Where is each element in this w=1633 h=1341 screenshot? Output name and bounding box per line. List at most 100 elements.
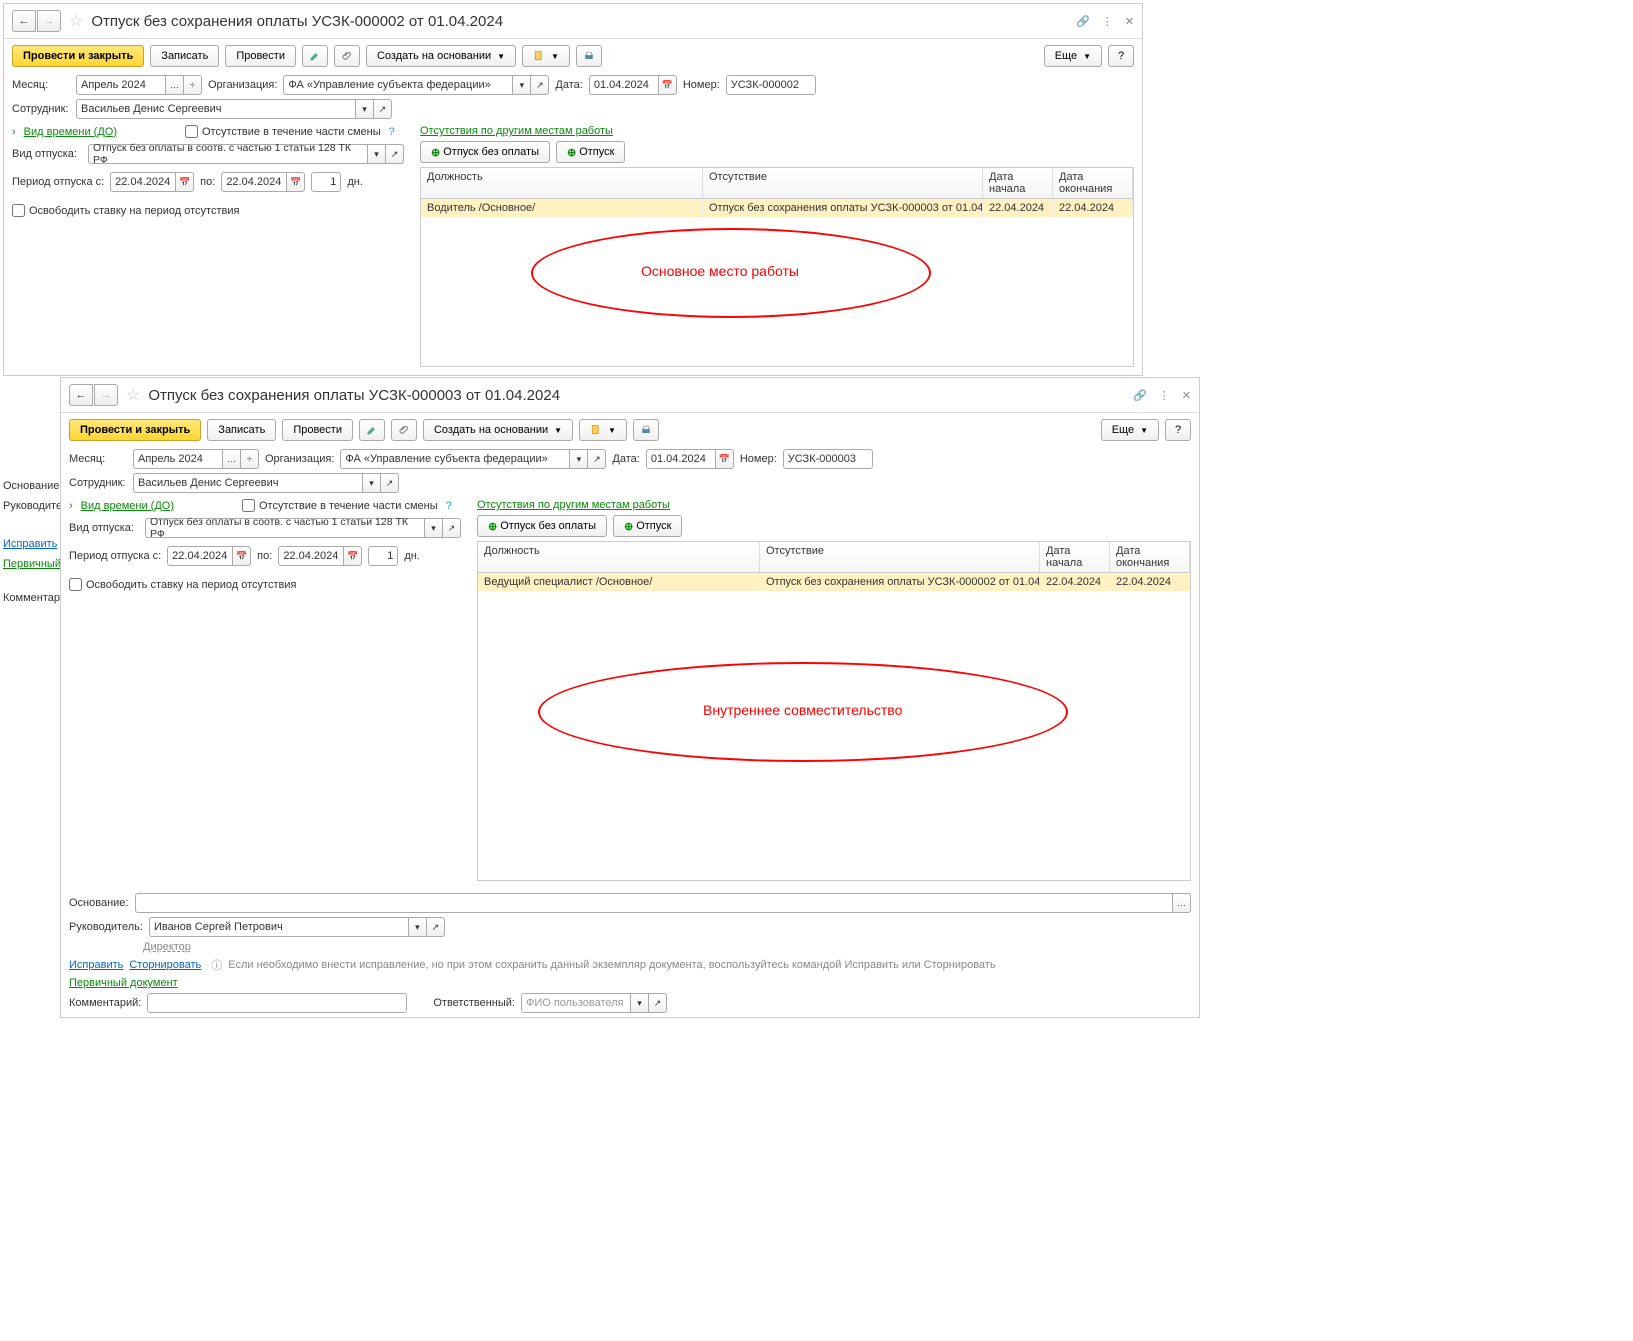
days-input[interactable]: 1 <box>368 546 398 566</box>
submit-close-button[interactable]: Провести и закрыть <box>12 45 144 67</box>
nav-forward-button[interactable]: → <box>94 384 118 406</box>
org-input[interactable]: ФА «Управление субъекта федерации» <box>283 75 513 95</box>
print-button[interactable] <box>576 45 602 67</box>
leave-type-open-button[interactable]: ↗ <box>443 518 461 538</box>
month-stepper-button[interactable]: ÷ <box>184 75 202 95</box>
head-dropdown-button[interactable]: ▾ <box>409 917 427 937</box>
help-button[interactable]: ? <box>1108 45 1134 67</box>
time-type-link[interactable]: Вид времени (ДО) <box>24 126 117 138</box>
more-button[interactable]: Еще▼ <box>1044 45 1102 67</box>
add-vacation-button[interactable]: ⊕Отпуск <box>556 141 625 163</box>
kebab-icon[interactable]: ⋮ <box>1102 15 1113 28</box>
month-input[interactable]: Апрель 2024 <box>76 75 166 95</box>
period-from-cal-button[interactable]: 📅 <box>176 172 194 192</box>
favorite-star-icon[interactable]: ☆ <box>126 385 140 405</box>
print-menu-button[interactable]: ▼ <box>579 419 627 441</box>
date-input[interactable]: 01.04.2024 <box>646 449 716 469</box>
responsible-input[interactable]: ФИО пользователя <box>521 993 631 1013</box>
print-button[interactable] <box>633 419 659 441</box>
leave-type-input[interactable]: Отпуск без оплаты в соотв. с частью 1 ст… <box>145 518 425 538</box>
period-to-cal-button[interactable]: 📅 <box>287 172 305 192</box>
save-button[interactable]: Записать <box>150 45 219 67</box>
link-icon[interactable]: 🔗 <box>1133 389 1147 402</box>
help-icon[interactable]: ? <box>446 500 452 512</box>
col-position[interactable]: Должность <box>478 542 760 572</box>
col-absence[interactable]: Отсутствие <box>760 542 1040 572</box>
responsible-open-button[interactable]: ↗ <box>649 993 667 1013</box>
period-to-cal-button[interactable]: 📅 <box>344 546 362 566</box>
employee-open-button[interactable]: ↗ <box>374 99 392 119</box>
period-from-cal-button[interactable]: 📅 <box>233 546 251 566</box>
primary-doc-link[interactable]: Первичный документ <box>69 977 178 989</box>
period-to-input[interactable]: 22.04.2024 <box>221 172 287 192</box>
submit-close-button[interactable]: Провести и закрыть <box>69 419 201 441</box>
col-date-end[interactable]: Дата окончания <box>1053 168 1133 198</box>
create-based-button[interactable]: Создать на основании▼ <box>423 419 573 441</box>
col-date-start[interactable]: Дата начала <box>983 168 1053 198</box>
date-calendar-button[interactable]: 📅 <box>716 449 734 469</box>
link-icon[interactable]: 🔗 <box>1076 15 1090 28</box>
attach-icon-button[interactable] <box>391 419 417 441</box>
col-position[interactable]: Должность <box>421 168 703 198</box>
col-date-end[interactable]: Дата окончания <box>1110 542 1190 572</box>
org-input[interactable]: ФА «Управление субъекта федерации» <box>340 449 570 469</box>
submit-button[interactable]: Провести <box>225 45 296 67</box>
storno-link[interactable]: Сторнировать <box>129 959 201 971</box>
month-picker-button[interactable]: … <box>166 75 184 95</box>
director-link[interactable]: Директор <box>143 941 191 953</box>
responsible-dropdown-button[interactable]: ▾ <box>631 993 649 1013</box>
leave-type-dropdown-button[interactable]: ▾ <box>368 144 386 164</box>
month-picker-button[interactable]: … <box>223 449 241 469</box>
release-rate-checkbox[interactable] <box>69 578 82 591</box>
table-row[interactable]: Ведущий специалист /Основное/ Отпуск без… <box>478 573 1190 591</box>
release-rate-checkbox[interactable] <box>12 204 25 217</box>
days-input[interactable]: 1 <box>311 172 341 192</box>
kebab-icon[interactable]: ⋮ <box>1159 389 1170 402</box>
table-row[interactable]: Водитель /Основное/ Отпуск без сохранени… <box>421 199 1133 217</box>
col-date-start[interactable]: Дата начала <box>1040 542 1110 572</box>
org-open-button[interactable]: ↗ <box>531 75 549 95</box>
submit-button[interactable]: Провести <box>282 419 353 441</box>
employee-input[interactable]: Васильев Денис Сергеевич <box>76 99 356 119</box>
basis-input[interactable] <box>135 893 1173 913</box>
help-button[interactable]: ? <box>1165 419 1191 441</box>
month-stepper-button[interactable]: ÷ <box>241 449 259 469</box>
leave-type-dropdown-button[interactable]: ▾ <box>425 518 443 538</box>
attach-icon-button[interactable] <box>334 45 360 67</box>
number-input[interactable]: УСЗК-000003 <box>783 449 873 469</box>
nav-forward-button[interactable]: → <box>37 10 61 32</box>
favorite-star-icon[interactable]: ☆ <box>69 11 83 31</box>
org-open-button[interactable]: ↗ <box>588 449 606 469</box>
add-unpaid-leave-button[interactable]: ⊕Отпуск без оплаты <box>420 141 550 163</box>
edit-icon-button[interactable] <box>359 419 385 441</box>
employee-dropdown-button[interactable]: ▾ <box>356 99 374 119</box>
nav-back-button[interactable]: ← <box>69 384 93 406</box>
part-shift-checkbox[interactable] <box>185 125 198 138</box>
fix-link[interactable]: Исправить <box>69 959 123 971</box>
date-calendar-button[interactable]: 📅 <box>659 75 677 95</box>
month-input[interactable]: Апрель 2024 <box>133 449 223 469</box>
head-open-button[interactable]: ↗ <box>427 917 445 937</box>
org-dropdown-button[interactable]: ▾ <box>570 449 588 469</box>
basis-open-button[interactable]: … <box>1173 893 1191 913</box>
add-unpaid-leave-button[interactable]: ⊕Отпуск без оплаты <box>477 515 607 537</box>
print-menu-button[interactable]: ▼ <box>522 45 570 67</box>
add-vacation-button[interactable]: ⊕Отпуск <box>613 515 682 537</box>
time-type-link[interactable]: Вид времени (ДО) <box>81 500 174 512</box>
head-input[interactable]: Иванов Сергей Петрович <box>149 917 409 937</box>
number-input[interactable]: УСЗК-000002 <box>726 75 816 95</box>
period-to-input[interactable]: 22.04.2024 <box>278 546 344 566</box>
period-from-input[interactable]: 22.04.2024 <box>167 546 233 566</box>
org-dropdown-button[interactable]: ▾ <box>513 75 531 95</box>
save-button[interactable]: Записать <box>207 419 276 441</box>
help-icon[interactable]: ? <box>389 126 395 138</box>
part-shift-checkbox[interactable] <box>242 499 255 512</box>
employee-dropdown-button[interactable]: ▾ <box>363 473 381 493</box>
col-absence[interactable]: Отсутствие <box>703 168 983 198</box>
create-based-button[interactable]: Создать на основании▼ <box>366 45 516 67</box>
employee-open-button[interactable]: ↗ <box>381 473 399 493</box>
date-input[interactable]: 01.04.2024 <box>589 75 659 95</box>
nav-back-button[interactable]: ← <box>12 10 36 32</box>
more-button[interactable]: Еще▼ <box>1101 419 1159 441</box>
close-icon[interactable]: ✕ <box>1125 15 1134 28</box>
